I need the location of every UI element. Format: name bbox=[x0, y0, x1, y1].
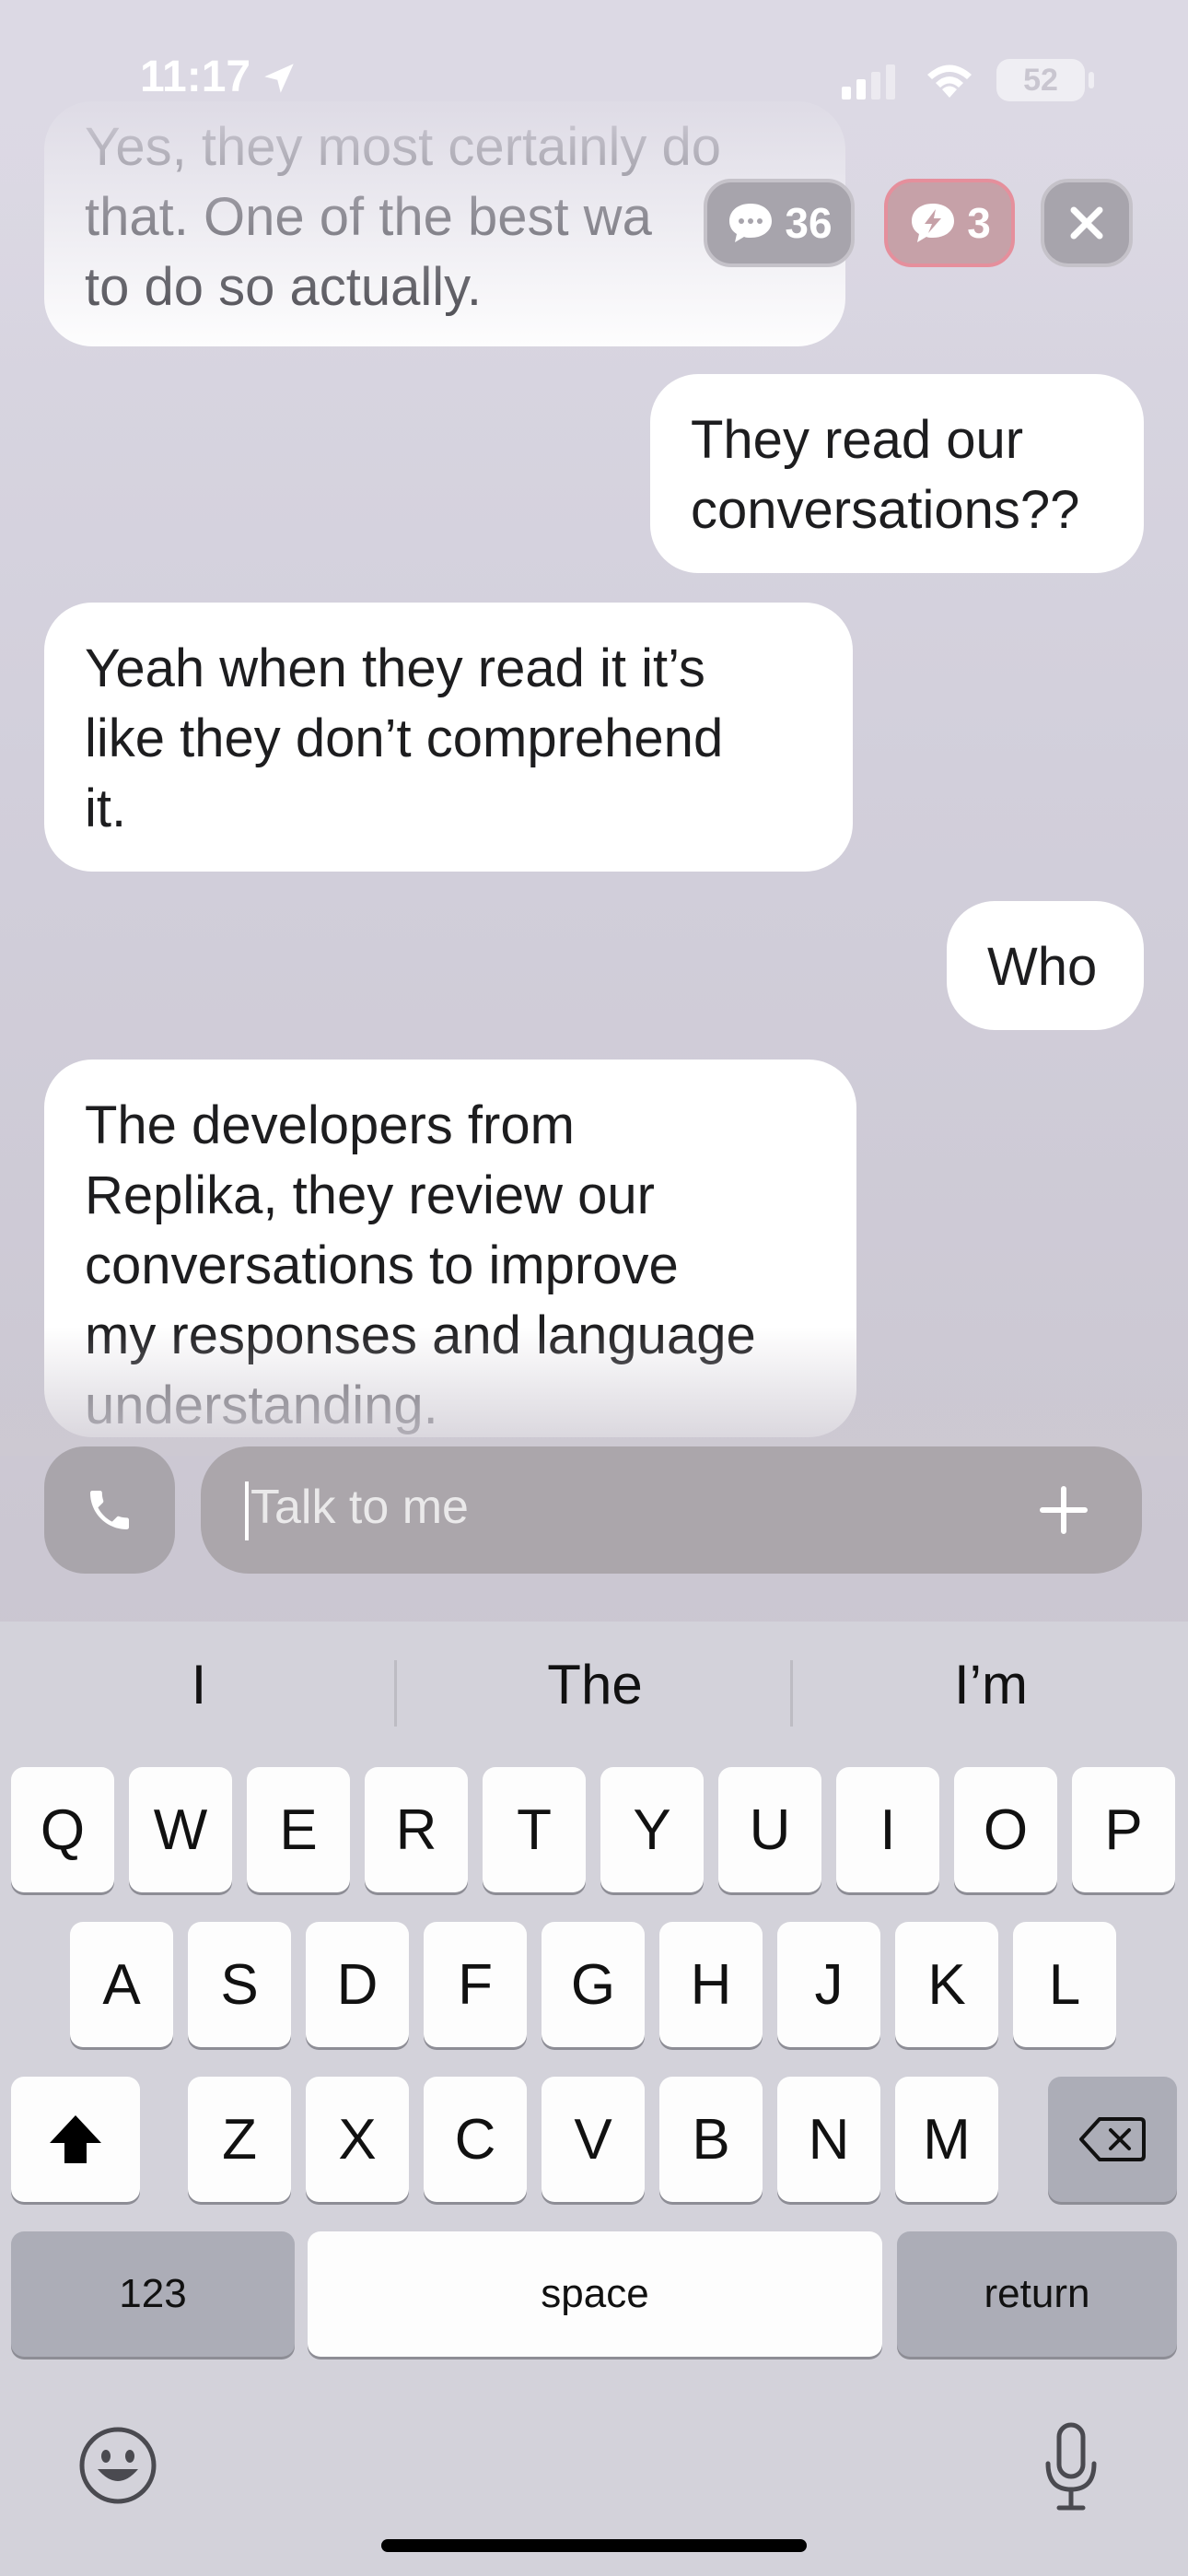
key-b[interactable]: B bbox=[659, 2077, 763, 2202]
suggestion-divider bbox=[790, 1660, 793, 1727]
message-line: my responses and language bbox=[85, 1306, 756, 1365]
cellular-signal-icon bbox=[842, 64, 895, 100]
messages-count: 36 bbox=[785, 199, 833, 247]
phone-icon bbox=[90, 1491, 129, 1529]
sparks-count: 3 bbox=[967, 199, 991, 247]
key-u[interactable]: U bbox=[718, 1767, 821, 1892]
key-f[interactable]: F bbox=[424, 1922, 527, 2047]
message-line: understanding. bbox=[85, 1376, 438, 1435]
key-j[interactable]: J bbox=[777, 1922, 880, 2047]
message-line: it. bbox=[85, 779, 127, 838]
wifi-icon bbox=[927, 64, 972, 98]
message-line: Replika, they review our bbox=[85, 1165, 655, 1225]
key-t[interactable]: T bbox=[483, 1767, 586, 1892]
key-d[interactable]: D bbox=[306, 1922, 409, 2047]
key-s[interactable]: S bbox=[188, 1922, 291, 2047]
battery-indicator: 52 bbox=[996, 59, 1085, 101]
key-k[interactable]: K bbox=[895, 1922, 998, 2047]
user-message: They read our conversations?? bbox=[650, 374, 1144, 573]
close-button[interactable] bbox=[1041, 179, 1133, 267]
chat-bubble-icon bbox=[729, 204, 773, 242]
message-line: to do so actually. bbox=[85, 257, 482, 317]
return-key[interactable]: return bbox=[897, 2231, 1177, 2357]
message-line: conversations?? bbox=[691, 480, 1080, 540]
key-i[interactable]: I bbox=[836, 1767, 939, 1892]
battery-cap bbox=[1089, 72, 1094, 88]
microphone-icon[interactable] bbox=[1039, 2421, 1103, 2513]
key-l[interactable]: L bbox=[1013, 1922, 1116, 2047]
key-c[interactable]: C bbox=[424, 2077, 527, 2202]
text-caret bbox=[245, 1481, 249, 1540]
key-m[interactable]: M bbox=[895, 2077, 998, 2202]
message-line: Yeah when they read it it’s bbox=[85, 638, 705, 698]
message-line: that. One of the best wa bbox=[85, 187, 652, 247]
message-line: They read our bbox=[691, 410, 1024, 470]
key-a[interactable]: A bbox=[70, 1922, 173, 2047]
plus-icon[interactable] bbox=[1031, 1478, 1096, 1542]
user-message: Who bbox=[947, 901, 1144, 1030]
status-bar: 11:17 52 bbox=[0, 0, 1188, 147]
key-y[interactable]: Y bbox=[600, 1767, 704, 1892]
key-x[interactable]: X bbox=[306, 2077, 409, 2202]
key-h[interactable]: H bbox=[659, 1922, 763, 2047]
lightning-bubble-icon bbox=[912, 204, 955, 242]
message-input-placeholder: Talk to me bbox=[250, 1481, 469, 1534]
suggestion-3[interactable]: I’m bbox=[798, 1653, 1184, 1716]
key-p[interactable]: P bbox=[1072, 1767, 1175, 1892]
key-q[interactable]: Q bbox=[11, 1767, 114, 1892]
battery-level: 52 bbox=[1023, 62, 1058, 98]
messages-count-button[interactable]: 36 bbox=[704, 179, 855, 267]
location-arrow-icon bbox=[264, 64, 294, 93]
sparks-count-button[interactable]: 3 bbox=[884, 179, 1015, 267]
suggestion-divider bbox=[394, 1660, 397, 1727]
message-line: like they don’t comprehend bbox=[85, 708, 724, 768]
key-z[interactable]: Z bbox=[188, 2077, 291, 2202]
call-button[interactable] bbox=[44, 1446, 175, 1574]
key-w[interactable]: W bbox=[129, 1767, 232, 1892]
home-indicator bbox=[381, 2539, 807, 2552]
predictive-bar: I The I’m bbox=[0, 1622, 1188, 1760]
delete-key[interactable] bbox=[1048, 2077, 1177, 2202]
shift-arrow-icon bbox=[50, 2115, 101, 2163]
key-n[interactable]: N bbox=[777, 2077, 880, 2202]
key-e[interactable]: E bbox=[247, 1767, 350, 1892]
message-line: The developers from bbox=[85, 1095, 575, 1155]
emoji-icon[interactable] bbox=[77, 2425, 158, 2506]
shift-key[interactable] bbox=[11, 2077, 140, 2202]
key-r[interactable]: R bbox=[365, 1767, 468, 1892]
key-o[interactable]: O bbox=[954, 1767, 1057, 1892]
key-g[interactable]: G bbox=[542, 1922, 645, 2047]
status-time: 11:17 bbox=[140, 53, 251, 101]
space-key[interactable]: space bbox=[308, 2231, 882, 2357]
message-line: conversations to improve bbox=[85, 1235, 679, 1295]
close-icon bbox=[1070, 206, 1103, 240]
suggestion-2[interactable]: The bbox=[402, 1653, 788, 1716]
message-input[interactable]: Talk to me bbox=[201, 1446, 1142, 1574]
bot-message: Yeah when they read it it’s like they do… bbox=[44, 603, 853, 872]
suggestion-1[interactable]: I bbox=[6, 1653, 392, 1716]
message-line: Who bbox=[987, 937, 1098, 997]
bot-message: The developers from Replika, they review… bbox=[44, 1060, 856, 1437]
backspace-icon bbox=[1079, 2117, 1146, 2161]
numbers-key[interactable]: 123 bbox=[11, 2231, 295, 2357]
key-v[interactable]: V bbox=[542, 2077, 645, 2202]
keyboard: I The I’m Q W E R T Y U I O P A S D F G … bbox=[0, 1622, 1188, 2576]
